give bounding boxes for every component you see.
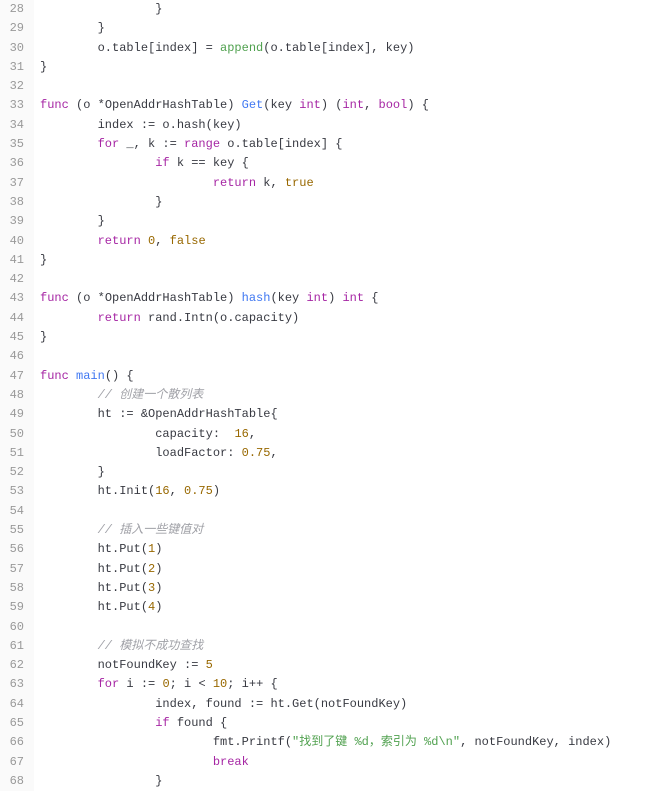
code-line: index, found := ht.Get(notFoundKey)	[40, 695, 648, 714]
code-line: func main() {	[40, 367, 648, 386]
line-number-gutter: 2829303132333435363738394041424344454647…	[0, 0, 34, 791]
code-line: fmt.Printf("找到了键 %d，索引为 %d\n", notFoundK…	[40, 733, 648, 752]
code-line: break	[40, 753, 648, 772]
code-line: }	[40, 193, 648, 212]
line-number: 68	[6, 772, 24, 791]
line-number: 46	[6, 347, 24, 366]
code-line: func (o *OpenAddrHashTable) Get(key int)…	[40, 96, 648, 115]
code-line: index := o.hash(key)	[40, 116, 648, 135]
line-number: 39	[6, 212, 24, 231]
line-number: 49	[6, 405, 24, 424]
line-number: 67	[6, 753, 24, 772]
code-line: // 插入一些键值对	[40, 521, 648, 540]
code-content: } } o.table[index] = append(o.table[inde…	[34, 0, 648, 791]
code-line: loadFactor: 0.75,	[40, 444, 648, 463]
line-number: 32	[6, 77, 24, 96]
code-line: return k, true	[40, 174, 648, 193]
line-number: 66	[6, 733, 24, 752]
line-number: 59	[6, 598, 24, 617]
line-number: 34	[6, 116, 24, 135]
line-number: 44	[6, 309, 24, 328]
code-line: for i := 0; i < 10; i++ {	[40, 675, 648, 694]
line-number: 53	[6, 482, 24, 501]
line-number: 37	[6, 174, 24, 193]
code-line: notFoundKey := 5	[40, 656, 648, 675]
line-number: 62	[6, 656, 24, 675]
code-line: }	[40, 58, 648, 77]
code-line: }	[40, 19, 648, 38]
line-number: 42	[6, 270, 24, 289]
code-line	[40, 270, 648, 289]
code-line: }	[40, 0, 648, 19]
code-line	[40, 502, 648, 521]
code-line	[40, 618, 648, 637]
line-number: 51	[6, 444, 24, 463]
line-number: 45	[6, 328, 24, 347]
line-number: 30	[6, 39, 24, 58]
line-number: 41	[6, 251, 24, 270]
line-number: 58	[6, 579, 24, 598]
code-line: ht := &OpenAddrHashTable{	[40, 405, 648, 424]
code-line: // 创建一个散列表	[40, 386, 648, 405]
line-number: 33	[6, 96, 24, 115]
code-line: }	[40, 328, 648, 347]
line-number: 54	[6, 502, 24, 521]
line-number: 61	[6, 637, 24, 656]
line-number: 38	[6, 193, 24, 212]
line-number: 57	[6, 560, 24, 579]
line-number: 64	[6, 695, 24, 714]
code-line: o.table[index] = append(o.table[index], …	[40, 39, 648, 58]
line-number: 31	[6, 58, 24, 77]
line-number: 63	[6, 675, 24, 694]
code-line: }	[40, 463, 648, 482]
line-number: 40	[6, 232, 24, 251]
code-line: // 模拟不成功查找	[40, 637, 648, 656]
line-number: 65	[6, 714, 24, 733]
line-number: 29	[6, 19, 24, 38]
code-line: capacity: 16,	[40, 425, 648, 444]
code-line: return rand.Intn(o.capacity)	[40, 309, 648, 328]
line-number: 60	[6, 618, 24, 637]
code-line: ht.Put(2)	[40, 560, 648, 579]
code-line: if k == key {	[40, 154, 648, 173]
code-line: }	[40, 212, 648, 231]
code-line: return 0, false	[40, 232, 648, 251]
code-line: for _, k := range o.table[index] {	[40, 135, 648, 154]
line-number: 50	[6, 425, 24, 444]
line-number: 28	[6, 0, 24, 19]
line-number: 47	[6, 367, 24, 386]
code-line: ht.Put(4)	[40, 598, 648, 617]
code-line: func (o *OpenAddrHashTable) hash(key int…	[40, 289, 648, 308]
code-line: if found {	[40, 714, 648, 733]
code-line: ht.Init(16, 0.75)	[40, 482, 648, 501]
line-number: 35	[6, 135, 24, 154]
code-line: ht.Put(1)	[40, 540, 648, 559]
code-line: ht.Put(3)	[40, 579, 648, 598]
code-line	[40, 77, 648, 96]
line-number: 56	[6, 540, 24, 559]
line-number: 55	[6, 521, 24, 540]
line-number: 48	[6, 386, 24, 405]
line-number: 36	[6, 154, 24, 173]
line-number: 52	[6, 463, 24, 482]
code-line: }	[40, 772, 648, 791]
code-line: }	[40, 251, 648, 270]
line-number: 43	[6, 289, 24, 308]
code-line	[40, 347, 648, 366]
